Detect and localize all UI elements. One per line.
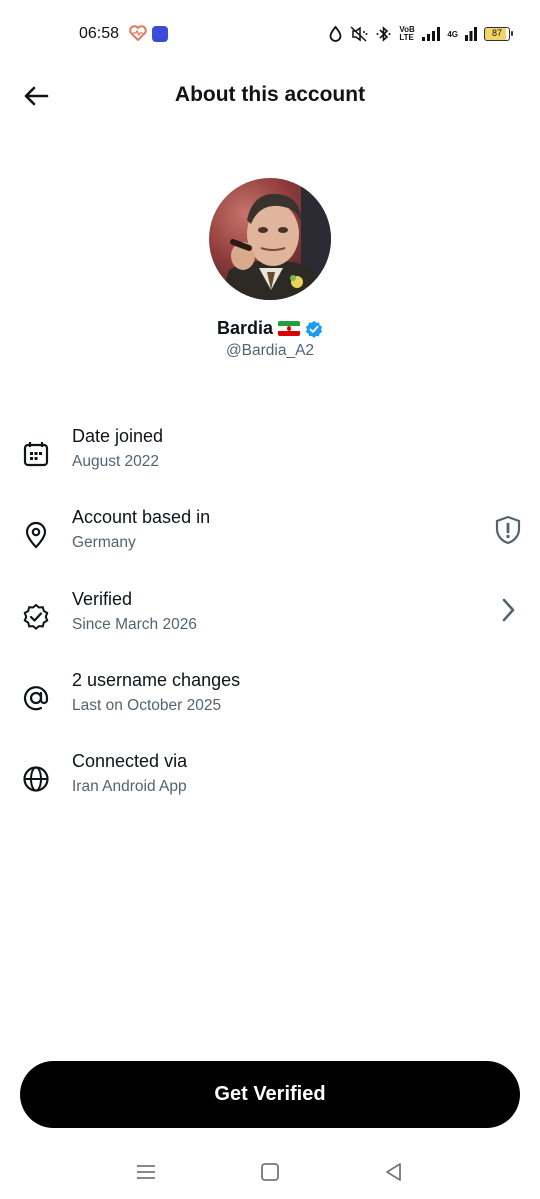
status-time: 06:58: [79, 25, 120, 42]
app-notification-icon: [152, 26, 168, 42]
health-heart-icon: [129, 25, 147, 41]
info-item-connected-via: Connected via Iran Android App: [0, 751, 540, 821]
location-pin-icon: [25, 521, 47, 549]
info-subtitle: Iran Android App: [72, 778, 187, 795]
network-type-label: 4G: [447, 29, 458, 39]
info-title: 2 username changes: [72, 670, 241, 690]
info-item-account-based-in: Account based in Germany: [0, 507, 540, 577]
system-navigation-bar: [0, 1150, 540, 1195]
home-icon[interactable]: [258, 1160, 282, 1184]
info-subtitle: Last on October 2025: [72, 697, 222, 714]
info-subtitle: August 2022: [72, 453, 160, 470]
display-name-row: Bardia: [0, 318, 540, 339]
battery-indicator: 87: [484, 27, 513, 41]
signal-strength-icon: [422, 27, 441, 41]
shield-alert-icon[interactable]: [494, 515, 522, 545]
volte-label: VoB LTE: [399, 25, 415, 42]
info-subtitle: Since March 2026: [72, 616, 197, 633]
mute-icon: [350, 26, 368, 42]
data-saver-icon: [329, 26, 342, 42]
info-subtitle: Germany: [72, 534, 136, 551]
globe-icon: [23, 766, 49, 792]
at-sign-icon: [23, 686, 49, 711]
menu-icon[interactable]: [134, 1160, 158, 1184]
signal-strength-2-icon: [465, 27, 477, 41]
info-item-username-changes: 2 username changes Last on October 2025: [0, 670, 540, 740]
avatar[interactable]: [209, 178, 331, 300]
user-handle: @Bardia_A2: [225, 342, 315, 359]
calendar-icon: [23, 442, 49, 467]
status-bar: 06:58 VoB LTE 4G 87: [0, 0, 540, 68]
info-title: Verified: [72, 589, 133, 609]
info-item-date-joined: Date joined August 2022: [0, 426, 540, 496]
page-title: About this account: [174, 83, 366, 106]
info-item-verified[interactable]: Verified Since March 2026: [0, 589, 540, 659]
status-icons: VoB LTE 4G 87: [329, 24, 513, 44]
back-triangle-icon[interactable]: [382, 1160, 406, 1184]
iran-flag-icon: [278, 321, 301, 336]
chevron-right-icon[interactable]: [494, 595, 522, 625]
info-title: Connected via: [72, 751, 188, 771]
top-app-bar: About this account: [0, 68, 540, 124]
display-name: Bardia: [216, 318, 274, 338]
get-verified-button[interactable]: Get Verified: [20, 1061, 520, 1128]
verified-seal-icon: [23, 603, 49, 630]
profile-photo: [209, 178, 331, 300]
info-title: Account based in: [72, 507, 211, 527]
bluetooth-icon: [376, 26, 391, 42]
verified-badge-icon[interactable]: [305, 320, 323, 338]
info-title: Date joined: [72, 426, 164, 446]
